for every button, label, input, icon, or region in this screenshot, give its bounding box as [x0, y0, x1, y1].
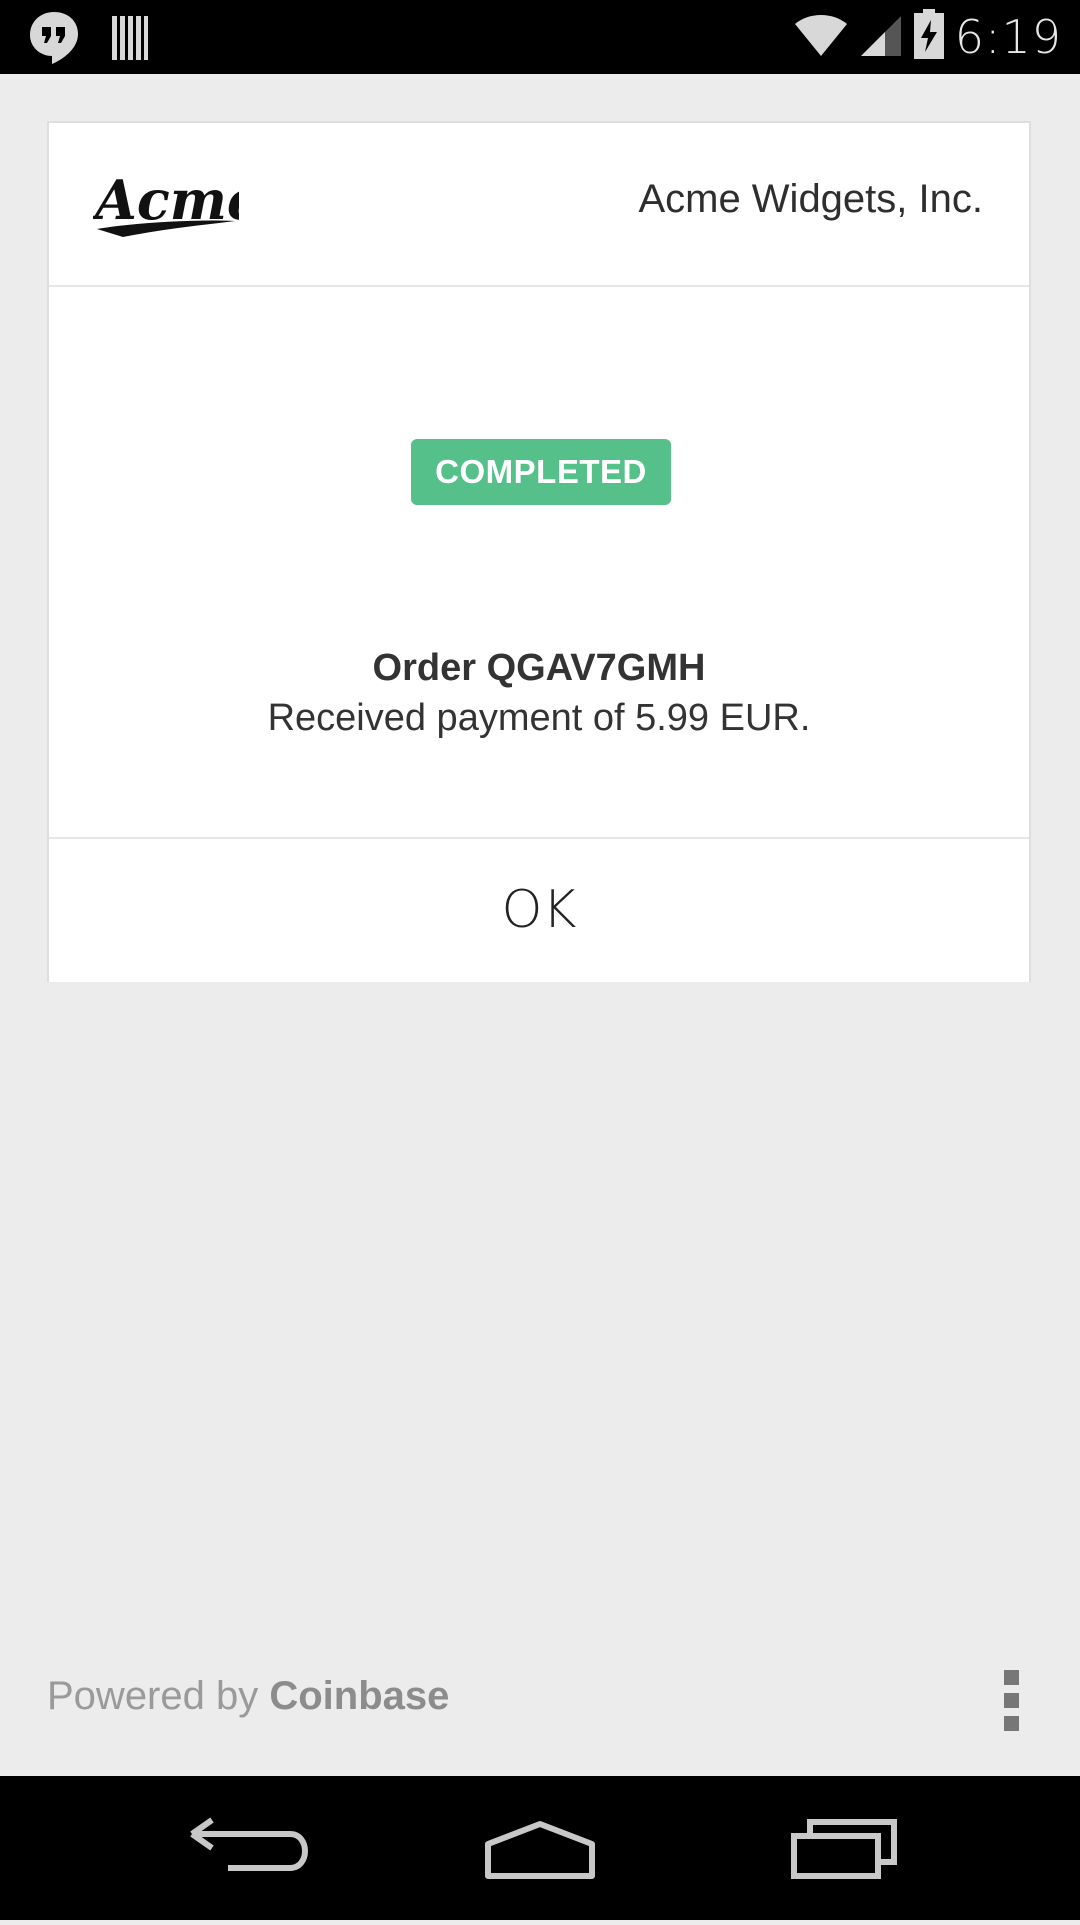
- back-icon[interactable]: [150, 1776, 330, 1920]
- battery-charging-icon: [913, 8, 945, 65]
- hangouts-icon: [28, 10, 80, 71]
- navigation-bar: [0, 1776, 1080, 1920]
- clock: 6:19: [954, 9, 1062, 64]
- status-bar: 6:19: [0, 0, 1080, 74]
- payment-card: Acme Acme Widgets, Inc. COMPLETED Order …: [47, 121, 1031, 982]
- recents-icon[interactable]: [760, 1776, 940, 1920]
- order-description: Received payment of 5.99 EUR.: [267, 697, 811, 739]
- merchant-name: Acme Widgets, Inc.: [638, 177, 983, 221]
- home-icon[interactable]: [450, 1776, 630, 1920]
- overflow-menu-icon[interactable]: [1004, 1670, 1020, 1732]
- barcode-icon: [110, 14, 150, 67]
- card-header: Acme Acme Widgets, Inc.: [49, 123, 1029, 287]
- cell-signal-icon: [859, 10, 903, 63]
- coinbase-brand: Coinbase: [269, 1674, 450, 1718]
- ok-button[interactable]: OK: [49, 837, 1029, 982]
- acme-logo: Acme: [90, 167, 261, 250]
- powered-prefix: Powered by: [47, 1674, 259, 1718]
- status-badge: COMPLETED: [411, 439, 671, 505]
- powered-by: Powered by Coinbase: [47, 1674, 449, 1719]
- order-title: Order QGAV7GMH: [372, 647, 706, 689]
- wifi-icon: [793, 10, 849, 63]
